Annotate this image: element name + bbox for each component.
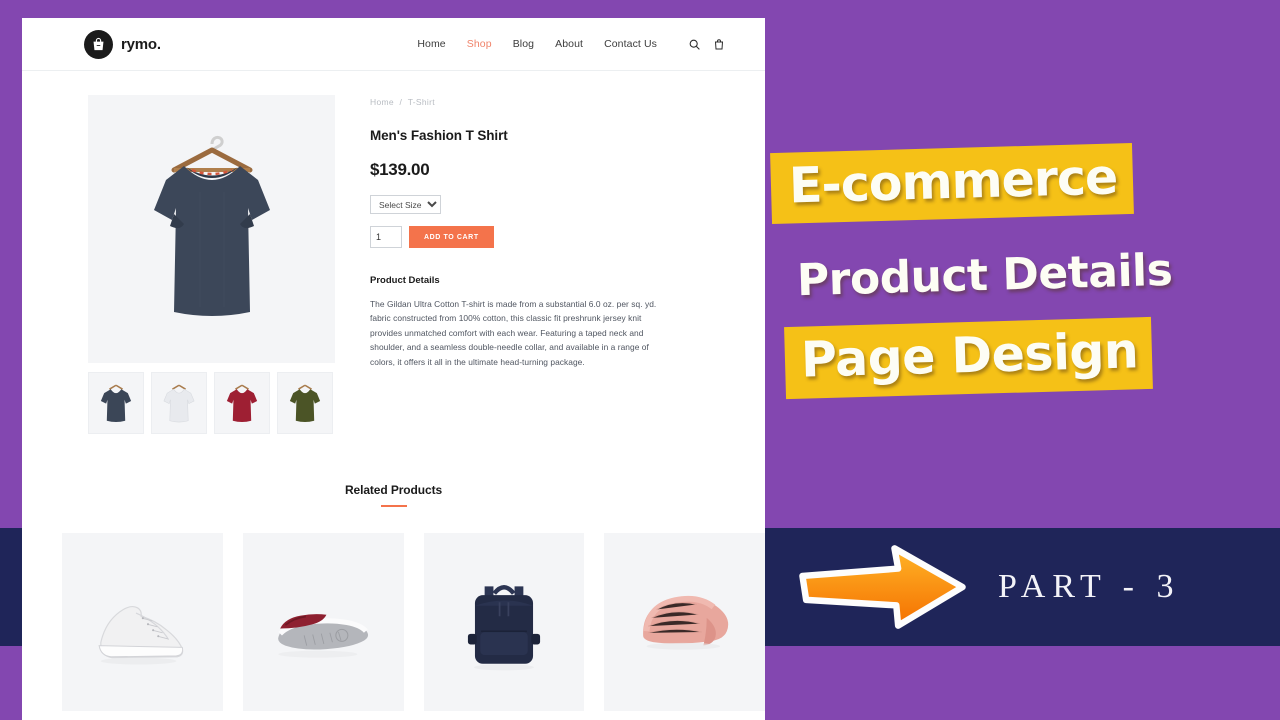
tshirt-thumb-olive[interactable] [277, 372, 333, 434]
product-details-heading: Product Details [370, 275, 440, 286]
product-title: Men's Fashion T Shirt [370, 128, 508, 143]
site-header: rymo. Home Shop Blog About Contact Us [22, 18, 765, 71]
right-arrow-icon [799, 545, 966, 629]
brand-logo[interactable]: rymo. [84, 29, 161, 59]
size-select[interactable]: Select Size [370, 195, 441, 214]
thumbnail-overlay: E-commerce Product Details Page Design P… [765, 0, 1280, 720]
website-page: rymo. Home Shop Blog About Contact Us Ho… [22, 18, 765, 720]
white-sneaker[interactable] [62, 533, 223, 711]
pink-beanie[interactable] [604, 533, 765, 711]
cart-controls: ADD TO CART [370, 226, 670, 248]
breadcrumb: Home / T-Shirt [370, 97, 670, 107]
page-body: Home / T-Shirt Men's Fashion T Shirt $13… [22, 71, 765, 711]
part-label: PART - 3 [998, 568, 1181, 605]
red-shoe-sole[interactable] [242, 533, 404, 711]
product-price: $139.00 [370, 160, 430, 179]
related-products-section: Related Products [22, 483, 765, 711]
nav-item-blog[interactable]: Blog [513, 38, 534, 50]
breadcrumb-home[interactable]: Home [370, 97, 394, 107]
tshirt-thumb-red[interactable] [214, 372, 270, 434]
product-info: Home / T-Shirt Men's Fashion T Shirt $13… [370, 95, 670, 434]
product-details-text: The Gildan Ultra Cotton T-shirt is made … [370, 299, 657, 367]
breadcrumb-separator: / [399, 97, 403, 107]
brand-name: rymo. [121, 35, 161, 53]
quantity-input[interactable] [370, 226, 402, 248]
part-row: PART - 3 [765, 528, 1280, 646]
nav-item-home[interactable]: Home [417, 38, 445, 50]
add-to-cart-button[interactable]: ADD TO CART [409, 226, 494, 248]
related-products-heading: Related Products [344, 483, 443, 497]
related-products-grid [22, 507, 765, 711]
product-gallery [88, 95, 335, 434]
nav-item-shop[interactable]: Shop [467, 38, 492, 50]
breadcrumb-current: T-Shirt [407, 97, 435, 107]
product-hero-image[interactable] [88, 95, 335, 363]
navy-backpack[interactable] [423, 533, 585, 711]
main-navigation: Home Shop Blog About Contact Us [417, 38, 725, 51]
thumbnail-strip [88, 372, 335, 434]
product-section: Home / T-Shirt Men's Fashion T Shirt $13… [22, 71, 765, 434]
tshirt-thumb-navy[interactable] [88, 372, 144, 434]
nav-item-contact-us[interactable]: Contact Us [604, 38, 657, 50]
search-icon[interactable] [688, 38, 701, 51]
nav-item-about[interactable]: About [555, 38, 583, 50]
overlay-title-line-1: E-commerce [770, 142, 1135, 225]
overlay-title-line-3: Page Design [784, 316, 1154, 400]
tshirt-thumb-white[interactable] [151, 372, 207, 434]
cart-bag-icon[interactable] [713, 38, 725, 51]
overlay-title-line-2: Product Details [796, 244, 1173, 307]
shopping-bag-icon [84, 29, 113, 59]
